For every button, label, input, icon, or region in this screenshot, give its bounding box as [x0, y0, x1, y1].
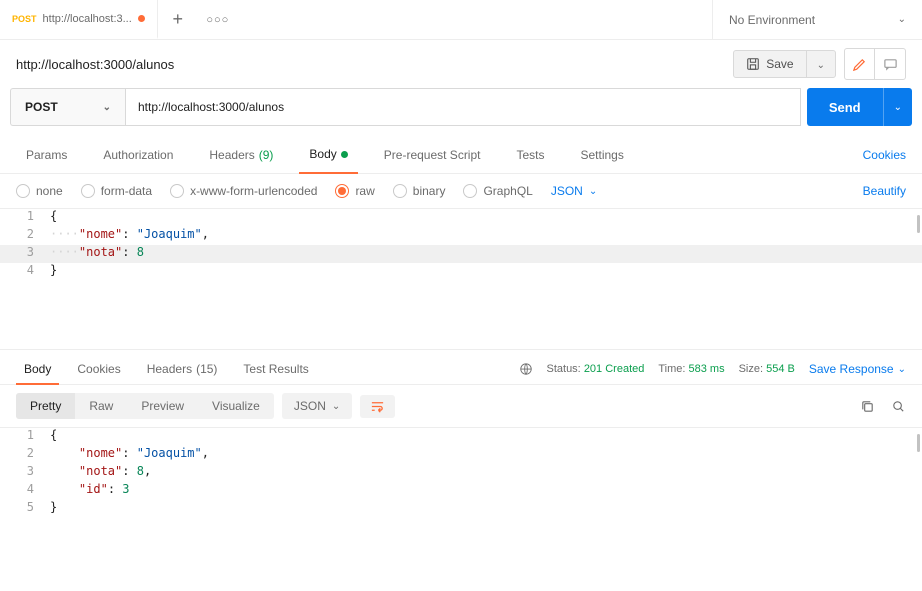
response-body-viewer[interactable]: 1{ 2 "nome": "Joaquim", 3 "nota": 8, 4 "…	[0, 427, 922, 558]
chevron-down-icon: ⌄	[332, 401, 340, 412]
tab-settings[interactable]: Settings	[571, 136, 634, 173]
response-format-label: JSON	[294, 399, 326, 413]
body-format-label: JSON	[551, 184, 583, 198]
resp-tab-tests[interactable]: Test Results	[235, 354, 316, 384]
edit-comment-group	[844, 48, 906, 80]
save-button[interactable]: Save	[734, 51, 805, 77]
request-title[interactable]: http://localhost:3000/alunos	[16, 57, 174, 72]
save-icon	[746, 57, 760, 71]
scrollbar-indicator-icon	[917, 215, 920, 233]
tab-prerequest[interactable]: Pre-request Script	[374, 136, 491, 173]
scrollbar-indicator-icon	[917, 434, 920, 452]
chevron-down-icon: ⌄	[103, 102, 111, 113]
unsaved-dot-icon	[138, 15, 145, 22]
response-format-select[interactable]: JSON ⌄	[282, 393, 352, 419]
environment-selector[interactable]: No Environment ⌄	[712, 0, 922, 39]
tab-title: http://localhost:3...	[43, 13, 132, 25]
wrap-lines-button[interactable]	[360, 395, 395, 418]
resp-tab-headers[interactable]: Headers (15)	[139, 354, 226, 384]
title-actions: Save ⌄	[733, 48, 906, 80]
headers-count: (9)	[259, 148, 274, 162]
body-type-formdata[interactable]: form-data	[81, 184, 152, 198]
request-body-editor[interactable]: 1{ 2····"nome": "Joaquim", 3····"nota": …	[0, 208, 922, 349]
view-raw[interactable]: Raw	[75, 393, 127, 419]
url-bar: POST ⌄ Send ⌄	[0, 88, 922, 136]
cookies-link[interactable]: Cookies	[863, 148, 906, 162]
body-type-binary[interactable]: binary	[393, 184, 446, 198]
view-preview[interactable]: Preview	[127, 393, 198, 419]
status-group[interactable]: Status: 201 Created	[547, 363, 645, 375]
tab-params[interactable]: Params	[16, 136, 77, 173]
search-icon[interactable]	[891, 399, 906, 414]
add-tab-button[interactable]: +	[158, 9, 198, 30]
tab-method-badge: POST	[12, 14, 37, 24]
chevron-down-icon: ⌄	[898, 364, 906, 375]
save-response-button[interactable]: Save Response ⌄	[809, 362, 906, 376]
comment-button[interactable]	[875, 49, 905, 79]
view-mode-group: Pretty Raw Preview Visualize	[16, 393, 274, 419]
save-button-group: Save ⌄	[733, 50, 836, 78]
save-response-label: Save Response	[809, 362, 894, 376]
chevron-down-icon: ⌄	[589, 186, 597, 197]
tab-body[interactable]: Body	[299, 137, 357, 174]
title-bar: http://localhost:3000/alunos Save ⌄	[0, 40, 922, 88]
resp-headers-count: (15)	[196, 362, 217, 376]
tabs-bar: POST http://localhost:3... + ○○○ No Envi…	[0, 0, 922, 40]
view-visualize[interactable]: Visualize	[198, 393, 274, 419]
url-input[interactable]	[125, 88, 801, 126]
method-value: POST	[25, 100, 58, 114]
response-toolbar-right	[860, 399, 906, 414]
tab-headers[interactable]: Headers (9)	[199, 136, 283, 173]
save-caret-button[interactable]: ⌄	[806, 51, 835, 77]
method-select[interactable]: POST ⌄	[10, 88, 125, 126]
body-type-graphql[interactable]: GraphQL	[463, 184, 532, 198]
send-button[interactable]: Send	[807, 88, 883, 126]
body-type-none[interactable]: none	[16, 184, 63, 198]
resp-tab-body[interactable]: Body	[16, 355, 59, 385]
resp-tab-cookies[interactable]: Cookies	[69, 354, 128, 384]
size-group[interactable]: Size: 554 B	[739, 363, 795, 375]
response-toolbar: Pretty Raw Preview Visualize JSON ⌄	[0, 385, 922, 427]
tab-tests[interactable]: Tests	[506, 136, 554, 173]
request-subtabs: Params Authorization Headers (9) Body Pr…	[0, 136, 922, 174]
pencil-icon	[852, 57, 867, 72]
beautify-link[interactable]: Beautify	[863, 184, 906, 198]
body-type-options: none form-data x-www-form-urlencoded raw…	[0, 174, 922, 208]
tab-headers-label: Headers	[209, 148, 254, 162]
globe-icon[interactable]	[519, 362, 533, 376]
chevron-down-icon: ⌄	[817, 60, 825, 71]
tab-authorization[interactable]: Authorization	[93, 136, 183, 173]
edit-button[interactable]	[845, 49, 875, 79]
send-caret-button[interactable]: ⌄	[883, 88, 912, 126]
comment-icon	[883, 57, 898, 72]
chevron-down-icon: ⌄	[898, 14, 906, 25]
view-pretty[interactable]: Pretty	[16, 393, 75, 419]
body-format-select[interactable]: JSON ⌄	[551, 184, 597, 198]
response-meta: Status: 201 Created Time: 583 ms Size: 5…	[519, 362, 907, 376]
response-tabs: Body Cookies Headers (15) Test Results S…	[0, 349, 922, 385]
save-label: Save	[766, 57, 793, 71]
request-tab[interactable]: POST http://localhost:3...	[0, 0, 158, 39]
body-indicator-icon	[341, 151, 348, 158]
body-type-raw[interactable]: raw	[335, 184, 374, 198]
send-button-group: Send ⌄	[807, 88, 912, 126]
resp-headers-label: Headers	[147, 362, 192, 376]
body-type-xwww[interactable]: x-www-form-urlencoded	[170, 184, 317, 198]
environment-label: No Environment	[729, 13, 815, 27]
tab-body-label: Body	[309, 147, 336, 161]
tab-overflow-button[interactable]: ○○○	[198, 14, 238, 26]
chevron-down-icon: ⌄	[894, 102, 902, 113]
time-group[interactable]: Time: 583 ms	[658, 363, 724, 375]
copy-icon[interactable]	[860, 399, 875, 414]
wrap-icon	[370, 399, 385, 414]
